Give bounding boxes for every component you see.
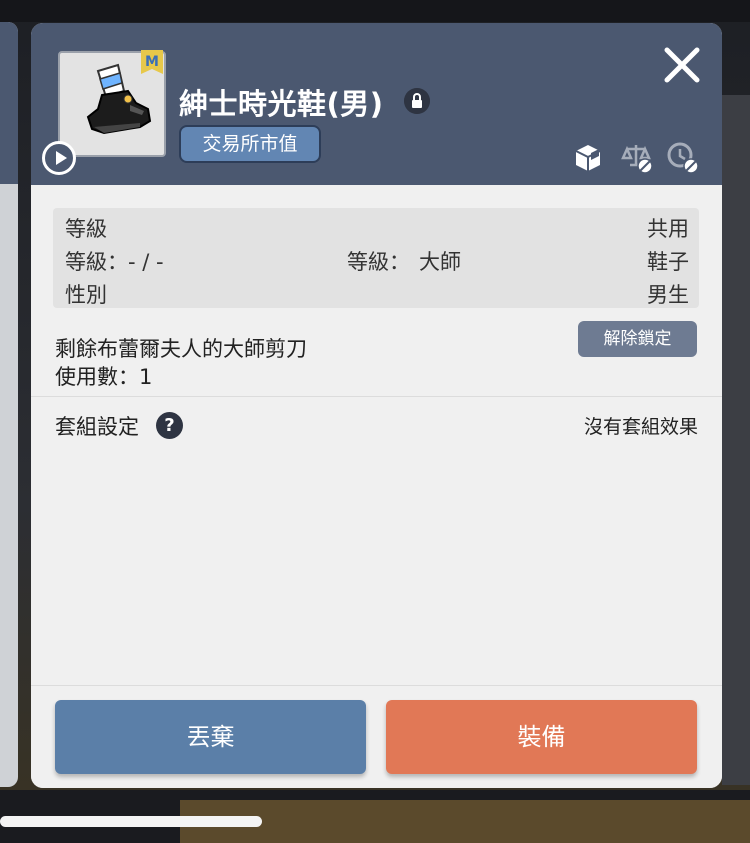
set-effect-text: 沒有套組效果: [583, 416, 698, 438]
home-indicator[interactable]: [0, 816, 262, 827]
discard-button[interactable]: 丟棄: [55, 700, 366, 774]
lock-icon: [404, 88, 430, 114]
item-title: 紳士時光鞋(男): [179, 87, 384, 121]
level-requirement: 等級：- / -: [65, 250, 164, 274]
unlock-button[interactable]: 解除鎖定: [578, 321, 697, 357]
play-icon[interactable]: [42, 141, 76, 175]
level-label: 等級: [65, 217, 107, 241]
reset-disabled-icon[interactable]: [665, 140, 699, 174]
gender-label: 性別: [65, 283, 107, 307]
scissors-uses-text: 使用數：1: [55, 365, 153, 389]
help-icon[interactable]: ?: [156, 412, 183, 439]
scissors-remaining-text: 剩餘布蕾爾夫人的大師剪刀: [55, 337, 307, 361]
grade-value: 大師: [419, 250, 461, 274]
dialog-footer: 丟棄 裝備: [31, 685, 722, 788]
master-badge-icon: M: [141, 50, 163, 74]
scale-trade-disabled-icon[interactable]: [619, 140, 653, 174]
dialog-header: M 紳士時光鞋(男) 交易所市值: [31, 23, 722, 185]
set-settings-label: 套組設定: [55, 415, 139, 439]
item-detail-dialog: M 紳士時光鞋(男) 交易所市值 等級 共用 等級：- / - 等級： 大師 鞋…: [31, 23, 722, 788]
background-top-bar: [0, 0, 750, 22]
close-icon[interactable]: [664, 47, 700, 83]
equip-button[interactable]: 裝備: [386, 700, 697, 774]
item-stats-panel: 等級 共用 等級：- / - 等級： 大師 鞋子 性別 男生: [53, 208, 699, 308]
background-panel-right: [722, 95, 750, 785]
item-type-value: 鞋子: [647, 250, 689, 274]
market-price-button[interactable]: 交易所市值: [179, 125, 321, 163]
section-divider: [31, 396, 722, 397]
grade-label: 等級：: [347, 250, 410, 274]
storage-box-icon[interactable]: [571, 140, 605, 174]
svg-text:M: M: [145, 54, 159, 70]
level-value: 共用: [647, 217, 689, 241]
background-card-left: [0, 22, 18, 787]
gender-value: 男生: [647, 283, 689, 307]
